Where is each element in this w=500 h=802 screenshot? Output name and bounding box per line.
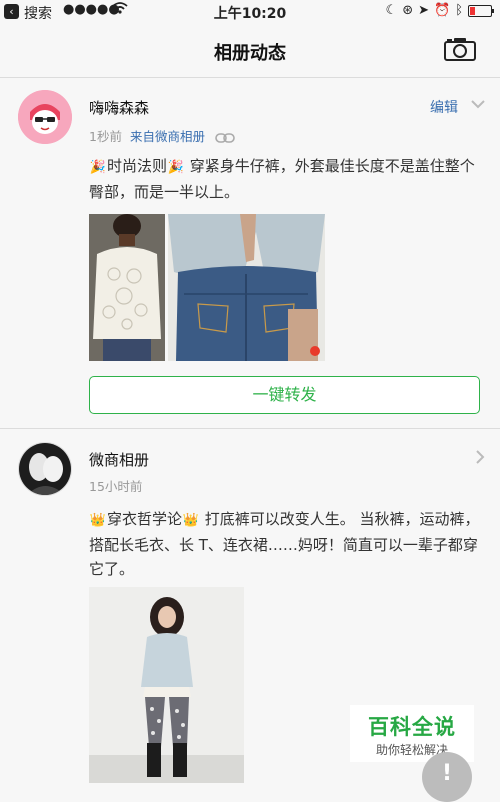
- crown-icon: 👑: [182, 513, 200, 528]
- post-username[interactable]: 嗨嗨森森: [89, 97, 149, 118]
- alarm-icon: ⏰: [434, 3, 451, 18]
- avatar[interactable]: [18, 90, 72, 144]
- chevron-right-icon[interactable]: [474, 449, 486, 465]
- feed-post: 嗨嗨森森 1秒前 来自微商相册 编辑 🎉时尚法则🎉 穿紧身牛仔裤，外套最佳长度不是…: [0, 78, 500, 429]
- exclamation-icon[interactable]: !: [422, 752, 472, 802]
- post-text: 👑穿衣哲学论👑 打底裤可以改变人生。 当秋裤，运动裤，搭配长毛衣、长 T、连衣裙…: [89, 510, 480, 578]
- avatar[interactable]: [18, 442, 72, 496]
- chevron-down-icon[interactable]: [470, 98, 486, 110]
- post-time: 15小时前: [89, 479, 143, 494]
- post-photo[interactable]: [89, 587, 244, 783]
- post-username[interactable]: 微商相册: [89, 449, 149, 470]
- location-icon: ➤: [418, 3, 429, 18]
- post-photo[interactable]: [89, 214, 165, 361]
- party-popper-icon: 🎉: [167, 160, 185, 175]
- crown-icon: 👑: [89, 513, 107, 528]
- nav-bar: 相册动态: [0, 24, 500, 78]
- post-photo[interactable]: [168, 214, 325, 361]
- watermark-title: 百科全说: [368, 715, 456, 739]
- repost-button[interactable]: 一键转发: [89, 376, 480, 414]
- link-icon: [215, 132, 235, 143]
- source-link[interactable]: 来自微商相册: [130, 129, 205, 144]
- edit-button[interactable]: 编辑: [430, 97, 458, 117]
- post-meta: 1秒前 来自微商相册: [89, 126, 235, 145]
- orientation-lock-icon: ⊛: [402, 3, 414, 18]
- camera-icon[interactable]: [444, 37, 476, 61]
- post-text: 🎉时尚法则🎉 穿紧身牛仔裤，外套最佳长度不是盖住整个臀部，而是一半以上。: [89, 157, 475, 201]
- bluetooth-icon: ᛒ: [455, 3, 463, 18]
- post-time: 1秒前: [89, 129, 122, 144]
- moon-icon: ☾: [385, 3, 398, 18]
- party-popper-icon: 🎉: [89, 160, 107, 175]
- post-meta: 15小时前: [89, 476, 142, 495]
- page-title: 相册动态: [214, 43, 286, 64]
- status-bar: ‹ 搜索 ●●●●● 上午10:20 ☾ ⊛ ➤ ⏰ ᛒ: [0, 0, 500, 24]
- battery-icon: [468, 4, 494, 17]
